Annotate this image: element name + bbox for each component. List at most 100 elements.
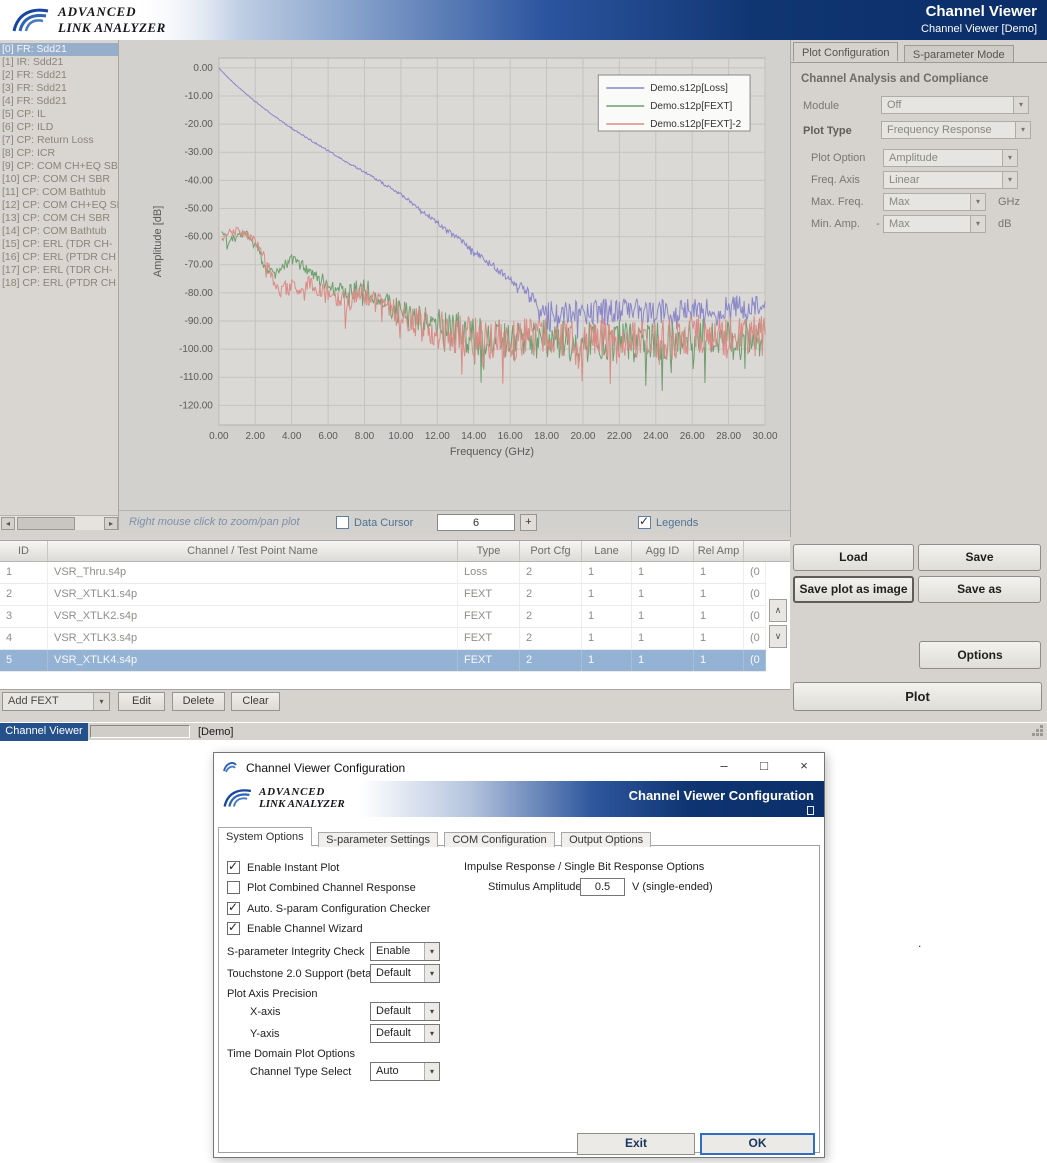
check-icon: ✓ [228, 920, 238, 934]
save-as-button[interactable]: Save as [918, 576, 1041, 603]
plot-combined-channel-response-checkbox[interactable]: ✓ [227, 881, 240, 894]
tab-plot-configuration[interactable]: Plot Configuration [793, 42, 898, 61]
x-axis-dropdown[interactable]: Default ▾ [370, 1002, 440, 1021]
trace-list-item[interactable]: [8] CP: ICR [0, 147, 118, 160]
row-up-button[interactable]: ∧ [769, 599, 787, 622]
min-amp-dropdown[interactable]: Max ▾ [883, 215, 986, 233]
trace-list-item[interactable]: [11] CP: COM Bathtub [0, 186, 118, 199]
check-icon: ✓ [639, 514, 649, 528]
trace-list-item[interactable]: [18] CP: ERL (PTDR CH [0, 277, 118, 290]
touchstone-support-dropdown[interactable]: Default ▾ [370, 964, 440, 983]
trace-list-item[interactable]: [1] IR: Sdd21 [0, 56, 118, 69]
minimize-icon[interactable]: – [704, 753, 744, 781]
plot-area[interactable]: 0.002.004.006.008.0010.0012.0014.0016.00… [119, 40, 790, 510]
scroll-right-icon[interactable]: ▸ [104, 517, 118, 530]
delete-button[interactable]: Delete [172, 692, 225, 711]
max-freq-dropdown[interactable]: Max ▾ [883, 193, 986, 211]
tab-system-options[interactable]: System Options [218, 827, 312, 846]
chevron-down-icon: ▾ [1015, 122, 1030, 138]
stimulus-amplitude-input[interactable] [580, 878, 625, 896]
dialog-titlebar[interactable]: Channel Viewer Configuration – □ × [214, 753, 824, 781]
row-down-button[interactable]: ∨ [769, 625, 787, 648]
table-row[interactable]: 4 VSR_XTLK3.s4p FEXT 2 1 1 1 (0 [0, 628, 766, 650]
sparam-integrity-check-dropdown[interactable]: Enable ▾ [370, 942, 440, 961]
channel-type-select-value: Auto [376, 1065, 399, 1077]
load-button[interactable]: Load [793, 544, 914, 571]
trace-list-item[interactable]: [12] CP: COM CH+EQ SBR [0, 199, 118, 212]
frequency-response-chart[interactable]: 0.002.004.006.008.0010.0012.0014.0016.00… [119, 40, 790, 510]
scroll-left-icon[interactable]: ◂ [1, 517, 15, 530]
stray-mark: . [918, 936, 921, 950]
freq-axis-dropdown[interactable]: Linear ▾ [883, 171, 1018, 189]
chevron-down-icon: ▾ [424, 965, 439, 982]
maximize-icon[interactable]: □ [744, 753, 784, 781]
trace-list-item[interactable]: [7] CP: Return Loss [0, 134, 118, 147]
trace-list-item[interactable]: [10] CP: COM CH SBR [0, 173, 118, 186]
y-axis-dropdown[interactable]: Default ▾ [370, 1024, 440, 1043]
trace-list-item[interactable]: [4] FR: Sdd21 [0, 95, 118, 108]
clear-button[interactable]: Clear [231, 692, 280, 711]
module-dropdown[interactable]: Off ▾ [881, 96, 1029, 114]
cell-port: 2 [520, 628, 582, 649]
cell-type: FEXT [458, 584, 520, 605]
plot-type-value: Frequency Response [887, 124, 992, 136]
statusbar-demo-label: [Demo] [198, 726, 233, 738]
table-row[interactable]: 2 VSR_XTLK1.s4p FEXT 2 1 1 1 (0 [0, 584, 766, 606]
cell-rel: 1 [694, 562, 744, 583]
close-icon[interactable]: × [784, 753, 824, 781]
scrollbar-thumb[interactable] [17, 517, 75, 530]
legends-checkbox[interactable]: ✓ [638, 516, 651, 529]
auto-sparam-configuration-checker-checkbox[interactable]: ✓ [227, 902, 240, 915]
trace-list-item[interactable]: [2] FR: Sdd21 [0, 69, 118, 82]
chevron-down-icon: ▾ [1002, 172, 1017, 188]
trace-list-item[interactable]: [0] FR: Sdd21 [0, 43, 118, 56]
svg-text:6.00: 6.00 [318, 431, 338, 442]
trace-list-item[interactable]: [6] CP: ILD [0, 121, 118, 134]
trace-list-hscrollbar[interactable]: ◂ ▸ [0, 515, 119, 530]
resize-grip-icon[interactable] [1032, 725, 1044, 737]
table-row-selected[interactable]: 5 VSR_XTLK4.s4p FEXT 2 1 1 1 (0 [0, 650, 766, 672]
options-button[interactable]: Options [919, 641, 1041, 669]
trace-list-item[interactable]: [14] CP: COM Bathtub [0, 225, 118, 238]
plot-axis-precision-label: Plot Axis Precision [227, 988, 317, 1000]
trace-list-item[interactable]: [5] CP: IL [0, 108, 118, 121]
statusbar-tab[interactable]: Channel Viewer [0, 723, 88, 741]
table-row[interactable]: 3 VSR_XTLK2.s4p FEXT 2 1 1 1 (0 [0, 606, 766, 628]
save-plot-as-image-button[interactable]: Save plot as image [793, 576, 914, 603]
ok-button[interactable]: OK [700, 1133, 815, 1155]
svg-text:-40.00: -40.00 [185, 175, 214, 186]
cursor-increment-button[interactable]: + [520, 514, 537, 531]
trace-list-item[interactable]: [17] CP: ERL (TDR CH- [0, 264, 118, 277]
chevron-down-icon: ▾ [424, 1003, 439, 1020]
min-amp-unit: dB [998, 218, 1011, 230]
tab-output-options[interactable]: Output Options [561, 832, 651, 847]
data-cursor-checkbox[interactable]: ✓ [336, 516, 349, 529]
x-axis-value: Default [376, 1005, 411, 1017]
data-cursor-input[interactable] [437, 514, 515, 531]
exit-button[interactable]: Exit [577, 1133, 695, 1155]
trace-list-item[interactable]: [3] FR: Sdd21 [0, 82, 118, 95]
plot-option-dropdown[interactable]: Amplitude ▾ [883, 149, 1018, 167]
channel-type-select-dropdown[interactable]: Auto ▾ [370, 1062, 440, 1081]
save-button[interactable]: Save [918, 544, 1041, 571]
enable-channel-wizard-checkbox[interactable]: ✓ [227, 922, 240, 935]
plot-button[interactable]: Plot [793, 682, 1042, 711]
trace-list-item[interactable]: [9] CP: COM CH+EQ SBR [0, 160, 118, 173]
tab-s-parameter-mode[interactable]: S-parameter Mode [904, 45, 1014, 63]
col-lane: Lane [582, 541, 632, 561]
stimulus-amplitude-label: Stimulus Amplitude [488, 881, 582, 893]
table-row[interactable]: 1 VSR_Thru.s4p Loss 2 1 1 1 (0 [0, 562, 766, 584]
trace-list-item[interactable]: [16] CP: ERL (PTDR CH [0, 251, 118, 264]
trace-list-item[interactable]: [15] CP: ERL (TDR CH- [0, 238, 118, 251]
trace-list-item[interactable]: [13] CP: COM CH SBR [0, 212, 118, 225]
tab-s-parameter-settings[interactable]: S-parameter Settings [318, 832, 438, 847]
logo-line1: ADVANCED [259, 786, 345, 798]
enable-instant-plot-checkbox[interactable]: ✓ [227, 861, 240, 874]
tab-com-configuration[interactable]: COM Configuration [444, 832, 554, 847]
add-fext-combobox[interactable]: Add FEXT ▾ [2, 692, 110, 711]
plot-type-dropdown[interactable]: Frequency Response ▾ [881, 121, 1031, 139]
svg-text:16.00: 16.00 [498, 431, 523, 442]
edit-button[interactable]: Edit [118, 692, 165, 711]
cell-id: 3 [0, 606, 48, 627]
svg-text:4.00: 4.00 [282, 431, 302, 442]
